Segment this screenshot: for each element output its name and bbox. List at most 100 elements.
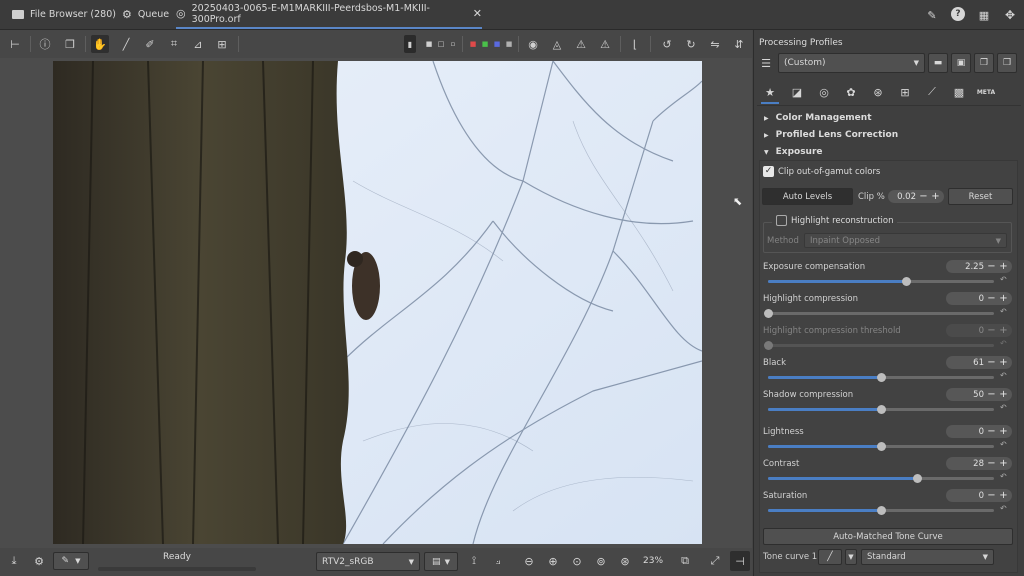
reset-icon[interactable]: ↶ [1000, 472, 1007, 481]
highlight-warning-icon[interactable]: ⚠ [572, 35, 590, 53]
bg-white-icon[interactable]: ▫ [444, 35, 462, 53]
slider-handle[interactable] [877, 506, 886, 515]
auto-tone-curve-button[interactable]: Auto-Matched Tone Curve [763, 528, 1013, 545]
hide-panel-icon[interactable]: ⊢ [6, 35, 24, 53]
reset-button[interactable]: Reset [948, 188, 1013, 205]
zoom-100-icon[interactable]: ⊙ [569, 553, 585, 569]
intent-dropdown[interactable]: ▤ ▼ [424, 552, 458, 571]
minus-icon[interactable]: − [987, 389, 996, 400]
plus-icon[interactable]: + [999, 261, 1008, 272]
slider-handle[interactable] [877, 373, 886, 382]
tab-editor[interactable]: ◎ 20250403-0065-E-M1MARKIII-Peerdsbos-M1… [176, 0, 482, 29]
minus-icon[interactable]: − [987, 325, 996, 336]
section-lens-correction[interactable]: ▶ Profiled Lens Correction [764, 128, 898, 142]
straighten-icon[interactable]: ⊿ [189, 35, 207, 53]
locallab-tab-icon[interactable]: ▩ [950, 84, 968, 100]
close-icon[interactable]: ✕ [473, 7, 482, 20]
clip-spinner[interactable]: 0.02 − + [888, 190, 944, 203]
profile-list-icon[interactable]: ☰ [757, 54, 775, 72]
flip-horizontal-icon[interactable]: ⇋ [706, 35, 724, 53]
advanced-tab-icon[interactable]: ⊛ [869, 84, 887, 100]
perspective-icon[interactable]: ⊞ [213, 35, 231, 53]
profile-select[interactable]: (Custom) ▼ [778, 53, 925, 73]
tab-file-browser[interactable]: File Browser (280) [12, 0, 116, 29]
slider-spinner[interactable]: 0− + [946, 489, 1012, 502]
open-profile-button[interactable]: ▬ [928, 53, 948, 73]
zoom-fit-crop-icon[interactable]: ⊛ [617, 553, 633, 569]
minus-icon[interactable]: − [919, 191, 928, 202]
slider-spinner[interactable]: 61− + [946, 356, 1012, 369]
minus-icon[interactable]: − [987, 293, 996, 304]
photo-preview[interactable] [53, 61, 702, 544]
zoom-out-icon[interactable]: ⊖ [521, 553, 537, 569]
output-profile-select[interactable]: RTV2_sRGB ▼ [316, 552, 420, 571]
pen-sparkle-icon[interactable]: ✎ [924, 7, 940, 23]
slider-handle[interactable] [764, 309, 773, 318]
favorites-tab-icon[interactable]: ★ [761, 84, 779, 100]
meta-tab-icon[interactable]: META [977, 84, 995, 100]
tab-queue[interactable]: ⚙ Queue [122, 0, 169, 29]
shadow-warning-icon[interactable]: ⚠ [596, 35, 614, 53]
zoom-fit-icon[interactable]: ⊚ [593, 553, 609, 569]
clip-gamut-row[interactable]: ✓ Clip out-of-gamut colors [763, 166, 880, 177]
slider-track[interactable] [768, 442, 994, 451]
editor-tool-dropdown[interactable]: ✎ ▼ [53, 552, 89, 570]
tone-curve-mode-select[interactable]: Standard ▼ [861, 549, 994, 565]
slider-handle[interactable] [877, 405, 886, 414]
slider-track[interactable] [768, 277, 994, 286]
info-icon[interactable]: ⓘ [36, 35, 54, 53]
plus-icon[interactable]: + [931, 191, 940, 202]
slider-spinner[interactable]: 2.25− + [946, 260, 1012, 273]
reset-icon[interactable]: ↶ [1000, 504, 1007, 513]
transform-tab-icon[interactable]: ⊞ [896, 84, 914, 100]
gamut-check-icon[interactable]: ⟓ [490, 553, 506, 569]
plus-icon[interactable]: + [999, 357, 1008, 368]
reset-icon[interactable]: ↶ [1000, 403, 1007, 412]
luminance-channel-icon[interactable]: ■ [500, 35, 518, 53]
histogram-icon[interactable]: ⌊ [626, 35, 644, 53]
highlight-recon-row[interactable]: Highlight reconstruction [772, 215, 898, 226]
slider-track[interactable] [768, 506, 994, 515]
slider-track[interactable] [764, 309, 994, 318]
curve-type-button[interactable]: ╱ [818, 549, 842, 565]
slider-handle[interactable] [901, 277, 911, 286]
minus-icon[interactable]: − [987, 357, 996, 368]
color-tab-icon[interactable]: ✿ [842, 84, 860, 100]
save-profile-button[interactable]: ▣ [951, 53, 971, 73]
plus-icon[interactable]: + [999, 293, 1008, 304]
reset-icon[interactable]: ↶ [1000, 339, 1007, 348]
fullscreen-icon[interactable]: ⤢ [707, 553, 723, 569]
layout-grid-icon[interactable]: ▦ [976, 7, 992, 23]
slider-track[interactable] [768, 373, 994, 382]
reset-icon[interactable]: ↶ [1000, 371, 1007, 380]
slider-spinner[interactable]: 28− + [946, 457, 1012, 470]
reset-icon[interactable]: ↶ [1000, 440, 1007, 449]
rotate-right-icon[interactable]: ↻ [682, 35, 700, 53]
plus-icon[interactable]: + [999, 490, 1008, 501]
section-exposure[interactable]: ▼ Exposure [764, 145, 823, 159]
checkbox-unchecked[interactable] [776, 215, 787, 226]
paste-profile-button[interactable]: ❒ [997, 53, 1017, 73]
copy-profile-button[interactable]: ❐ [974, 53, 994, 73]
rotate-left-icon[interactable]: ↺ [658, 35, 676, 53]
minus-icon[interactable]: − [987, 458, 996, 469]
minus-icon[interactable]: − [987, 261, 996, 272]
softproof-icon[interactable]: ⟟ [466, 553, 482, 569]
zoom-in-icon[interactable]: ⊕ [545, 553, 561, 569]
shadow-clip-icon[interactable]: ◬ [548, 35, 566, 53]
plus-icon[interactable]: + [999, 325, 1008, 336]
detail-tab-icon[interactable]: ◎ [815, 84, 833, 100]
help-icon[interactable]: ? [951, 7, 965, 21]
before-after-icon[interactable]: ❐ [61, 35, 79, 53]
slider-track[interactable] [768, 405, 994, 414]
slider-spinner[interactable]: 0− + [946, 292, 1012, 305]
slider-track[interactable] [764, 341, 994, 350]
plus-icon[interactable]: + [999, 426, 1008, 437]
reset-icon[interactable]: ↶ [1000, 307, 1007, 316]
raw-tab-icon[interactable]: ⟋ [923, 84, 941, 100]
slider-handle[interactable] [764, 341, 773, 350]
hand-tool-icon[interactable]: ✋ [91, 35, 109, 53]
slider-track[interactable] [768, 474, 994, 483]
plus-icon[interactable]: + [999, 458, 1008, 469]
exposure-tab-icon[interactable]: ◪ [788, 84, 806, 100]
